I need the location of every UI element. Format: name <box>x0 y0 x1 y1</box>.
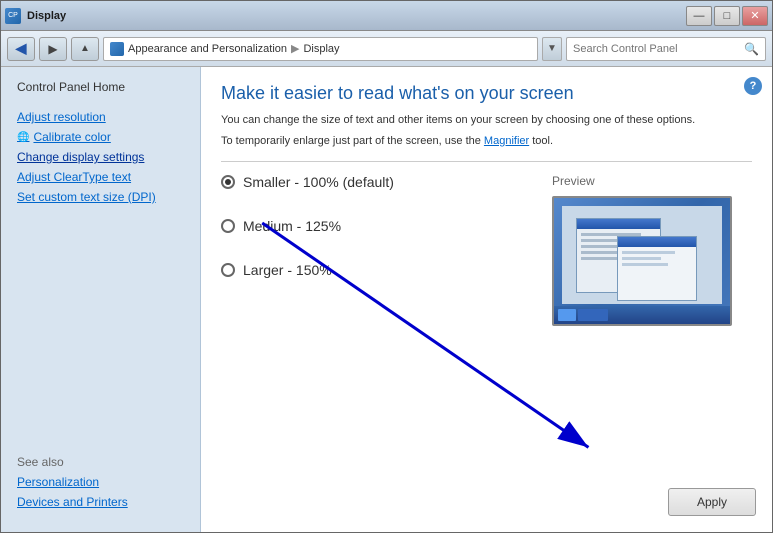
forward-button[interactable]: ▶ <box>39 37 67 61</box>
title-bar-buttons: — □ ✕ <box>686 6 768 26</box>
sidebar-item-calibrate-color-label: Calibrate color <box>33 130 110 144</box>
preview-window-2 <box>617 236 697 301</box>
options-area: Smaller - 100% (default) Medium - 125% L… <box>221 174 752 326</box>
preview-window-2-title <box>618 237 696 247</box>
up-button[interactable]: ▲ <box>71 37 99 61</box>
option-smaller-label: Smaller - 100% (default) <box>243 174 394 190</box>
calibrate-color-icon: 🌐 <box>17 132 29 143</box>
search-input[interactable] <box>573 43 740 55</box>
window-icon: CP <box>5 8 21 24</box>
breadcrumb-dropdown[interactable]: ▼ <box>542 37 562 61</box>
close-button[interactable]: ✕ <box>742 6 768 26</box>
sidebar-item-control-panel-home[interactable]: Control Panel Home <box>1 77 200 97</box>
sidebar-bottom: See also Personalization Devices and Pri… <box>1 435 200 522</box>
preview-label: Preview <box>552 174 752 188</box>
main-window: CP Display — □ ✕ ◀ ▶ ▲ Appearance and Pe… <box>0 0 773 533</box>
breadcrumb-prefix: Appearance and Personalization <box>128 43 287 55</box>
sidebar-item-adjust-cleartype[interactable]: Adjust ClearType text <box>1 167 200 187</box>
search-box: 🔍 <box>566 37 766 61</box>
option-larger[interactable]: Larger - 150% <box>221 262 532 278</box>
option-medium-label: Medium - 125% <box>243 218 341 234</box>
desc-text-2: To temporarily enlarge just part of the … <box>221 135 481 147</box>
sidebar-item-change-display-settings[interactable]: Change display settings <box>1 147 200 167</box>
desc-text-1: You can change the size of text and othe… <box>221 114 695 126</box>
radio-larger[interactable] <box>221 263 235 277</box>
preview-section: Preview <box>552 174 752 326</box>
back-button[interactable]: ◀ <box>7 37 35 61</box>
maximize-button[interactable]: □ <box>714 6 740 26</box>
apply-row: Apply <box>668 488 756 516</box>
radio-medium[interactable] <box>221 219 235 233</box>
option-larger-label: Larger - 150% <box>243 262 332 278</box>
title-bar: CP Display — □ ✕ <box>1 1 772 31</box>
content-description: You can change the size of text and othe… <box>221 112 752 129</box>
page-title: Make it easier to read what's on your sc… <box>221 83 752 104</box>
minimize-button[interactable]: — <box>686 6 712 26</box>
desc-text-3: tool. <box>532 135 553 147</box>
content-description-2: To temporarily enlarge just part of the … <box>221 133 752 150</box>
preview-image <box>552 196 732 326</box>
search-icon[interactable]: 🔍 <box>744 42 759 56</box>
sidebar-item-devices-printers[interactable]: Devices and Printers <box>1 492 200 512</box>
option-medium[interactable]: Medium - 125% <box>221 218 532 234</box>
size-options: Smaller - 100% (default) Medium - 125% L… <box>221 174 532 326</box>
address-bar: ◀ ▶ ▲ Appearance and Personalization ▶ D… <box>1 31 772 67</box>
option-smaller[interactable]: Smaller - 100% (default) <box>221 174 532 190</box>
breadcrumb-bar: Appearance and Personalization ▶ Display <box>103 37 538 61</box>
breadcrumb-separator: ▶ <box>291 42 299 55</box>
apply-button[interactable]: Apply <box>668 488 756 516</box>
sidebar-item-personalization[interactable]: Personalization <box>1 472 200 492</box>
sidebar: Control Panel Home Adjust resolution 🌐 C… <box>1 67 201 532</box>
breadcrumb-current: Display <box>303 43 339 55</box>
content-divider <box>221 161 752 162</box>
magnifier-link[interactable]: Magnifier <box>484 135 529 147</box>
sidebar-item-set-custom-text[interactable]: Set custom text size (DPI) <box>1 187 200 207</box>
preview-window-1-title <box>577 219 660 229</box>
content-panel: ? Make it easier to read what's on your … <box>201 67 772 532</box>
radio-smaller[interactable] <box>221 175 235 189</box>
sidebar-item-adjust-resolution[interactable]: Adjust resolution <box>1 107 200 127</box>
help-button[interactable]: ? <box>744 77 762 95</box>
preview-screen <box>562 206 722 304</box>
preview-taskbar <box>554 306 730 324</box>
sidebar-see-also-label: See also <box>1 435 200 472</box>
sidebar-item-calibrate-color[interactable]: 🌐 Calibrate color <box>1 127 200 147</box>
window-title: Display <box>27 10 686 22</box>
main-area: Control Panel Home Adjust resolution 🌐 C… <box>1 67 772 532</box>
breadcrumb-icon <box>110 42 124 56</box>
